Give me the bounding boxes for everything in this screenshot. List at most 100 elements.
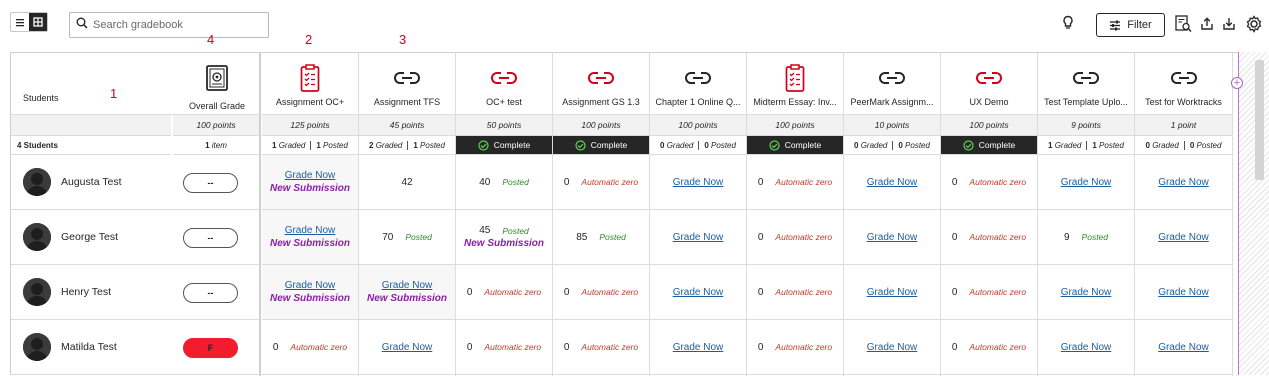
overall-grade-header[interactable]: Overall Grade <box>173 53 261 115</box>
grade-cell[interactable]: Grade Now <box>650 155 746 210</box>
filter-button[interactable]: Filter <box>1096 13 1165 37</box>
grade-cell[interactable]: Grade Now <box>1038 265 1134 320</box>
grade-cell[interactable]: 40 Posted <box>456 155 552 210</box>
grade-cell[interactable]: 0 Automatic zero <box>553 320 649 375</box>
grade-now-link[interactable]: Grade Now <box>673 232 724 243</box>
grade-now-link[interactable]: Grade Now <box>867 232 918 243</box>
grid-view-icon[interactable] <box>29 13 47 31</box>
column-header[interactable]: Assignment TFS <box>359 53 455 115</box>
grade-cell[interactable]: Grade Now <box>1038 155 1134 210</box>
column-header[interactable]: UX Demo <box>941 53 1037 115</box>
grade-cell[interactable]: Grade Now <box>844 320 940 375</box>
column-header[interactable]: Test for Worktracks <box>1135 53 1232 115</box>
grade-now-link[interactable]: Grade Now <box>1061 287 1112 298</box>
grade-now-link[interactable]: Grade Now <box>1061 342 1112 353</box>
grade-cell[interactable]: Grade Now <box>650 210 746 265</box>
column-header[interactable]: Assignment OC+ <box>262 53 358 115</box>
student-row: George Test -- <box>11 210 259 265</box>
grade-cell[interactable]: 70 Posted <box>359 210 455 265</box>
download-icon[interactable] <box>1223 17 1235 30</box>
upload-icon[interactable] <box>1201 17 1213 30</box>
column-header[interactable]: Test Template Uplo... <box>1038 53 1134 115</box>
grade-now-link[interactable]: Grade Now <box>867 287 918 298</box>
grade-now-link[interactable]: Grade Now <box>1061 177 1112 188</box>
grade-cell[interactable]: Grade Now <box>844 265 940 320</box>
grade-column: Assignment TFS 45 points 2 Graded 1 Posted 4… <box>359 53 456 376</box>
grade-cell[interactable]: 0 Automatic zero <box>747 210 843 265</box>
grade-cell[interactable]: 42 <box>359 155 455 210</box>
search-input[interactable] <box>93 19 263 31</box>
grade-cell[interactable]: Grade Now <box>1135 155 1232 210</box>
automatic-zero-status: Automatic zero <box>969 287 1027 297</box>
grade-cell[interactable]: Grade Now <box>1135 265 1232 320</box>
grade-cell[interactable]: 0 Automatic zero <box>747 320 843 375</box>
grade-now-link[interactable]: Grade Now <box>382 342 433 353</box>
grade-now-link[interactable]: Grade Now <box>1158 342 1209 353</box>
grade-cell[interactable]: Grade Now <box>650 265 746 320</box>
gear-icon[interactable] <box>1245 15 1263 33</box>
column-header[interactable]: PeerMark Assignm... <box>844 53 940 115</box>
grade-cell[interactable]: Grade Now New Submission <box>359 265 455 320</box>
grade-cell[interactable]: Grade Now New Submission <box>262 155 358 210</box>
grade-cell[interactable]: Grade Now <box>359 320 455 375</box>
grade-cell[interactable]: Grade Now <box>844 210 940 265</box>
grade-now-link[interactable]: Grade Now <box>285 225 336 236</box>
column-header[interactable]: Midterm Essay: Inv... <box>747 53 843 115</box>
grade-cell[interactable]: 85 Posted <box>553 210 649 265</box>
grade-cell[interactable]: 0 Automatic zero <box>747 265 843 320</box>
grade-cell[interactable]: 45 Posted New Submission <box>456 210 552 265</box>
student-name[interactable]: Matilda Test <box>61 341 117 353</box>
grade-cell[interactable]: Grade Now <box>844 155 940 210</box>
student-name[interactable]: George Test <box>61 231 118 243</box>
grade-cell[interactable]: 0 Automatic zero <box>553 155 649 210</box>
grade-now-link[interactable]: Grade Now <box>867 342 918 353</box>
grade-cell[interactable]: Grade Now New Submission <box>262 265 358 320</box>
grade-cell[interactable]: Grade Now <box>1038 320 1134 375</box>
add-column-icon[interactable]: + <box>1231 77 1243 89</box>
student-name[interactable]: Henry Test <box>61 286 111 298</box>
grade-now-link[interactable]: Grade Now <box>1158 287 1209 298</box>
student-name[interactable]: Augusta Test <box>61 176 122 188</box>
student-row: Augusta Test -- <box>11 155 259 210</box>
grade-now-link[interactable]: Grade Now <box>1158 232 1209 243</box>
lightbulb-icon[interactable] <box>1062 15 1074 31</box>
grade-now-link[interactable]: Grade Now <box>673 177 724 188</box>
column-header[interactable]: Assignment GS 1.3 <box>553 53 649 115</box>
grade-cell[interactable]: 0 Automatic zero <box>553 265 649 320</box>
grade-cell[interactable]: Grade Now <box>1135 320 1232 375</box>
grade-cell[interactable]: 0 Automatic zero <box>941 210 1037 265</box>
grade-now-link[interactable]: Grade Now <box>285 170 336 181</box>
column-header[interactable]: OC+ test <box>456 53 552 115</box>
grade-now-link[interactable]: Grade Now <box>382 280 433 291</box>
grade-cell[interactable]: 0 Automatic zero <box>747 155 843 210</box>
overall-grade-pill[interactable]: F <box>183 338 238 358</box>
grade-cell[interactable]: 0 Automatic zero <box>941 265 1037 320</box>
search-box[interactable] <box>69 12 269 38</box>
overall-grade-pill[interactable]: -- <box>183 228 238 248</box>
column-points: 45 points <box>359 115 455 136</box>
grade-now-link[interactable]: Grade Now <box>285 280 336 291</box>
grade-cell[interactable]: Grade Now <box>650 320 746 375</box>
new-submission-label: New Submission <box>269 293 350 304</box>
grade-cell[interactable]: 0 Automatic zero <box>456 320 552 375</box>
overall-grade-title: Overall Grade <box>188 101 246 111</box>
grade-now-link[interactable]: Grade Now <box>867 177 918 188</box>
grade-cell[interactable]: 9 Posted <box>1038 210 1134 265</box>
grade-cell[interactable]: Grade Now New Submission <box>262 210 358 265</box>
link-icon-red <box>587 64 615 92</box>
grade-cell[interactable]: 0 Automatic zero <box>456 265 552 320</box>
overall-grade-pill[interactable]: -- <box>183 173 238 193</box>
grade-now-link[interactable]: Grade Now <box>673 287 724 298</box>
grade-cell[interactable]: 0 Automatic zero <box>262 320 358 375</box>
column-header[interactable]: Chapter 1 Online Q... <box>650 53 746 115</box>
list-view-icon[interactable] <box>11 13 29 31</box>
grade-cell[interactable]: 0 Automatic zero <box>941 320 1037 375</box>
vertical-scrollbar[interactable] <box>1255 60 1264 180</box>
column-points: 100 points <box>650 115 746 136</box>
grade-now-link[interactable]: Grade Now <box>1158 177 1209 188</box>
grade-now-link[interactable]: Grade Now <box>673 342 724 353</box>
grade-report-icon[interactable] <box>1175 15 1192 33</box>
overall-grade-pill[interactable]: -- <box>183 283 238 303</box>
grade-cell[interactable]: Grade Now <box>1135 210 1232 265</box>
grade-cell[interactable]: 0 Automatic zero <box>941 155 1037 210</box>
